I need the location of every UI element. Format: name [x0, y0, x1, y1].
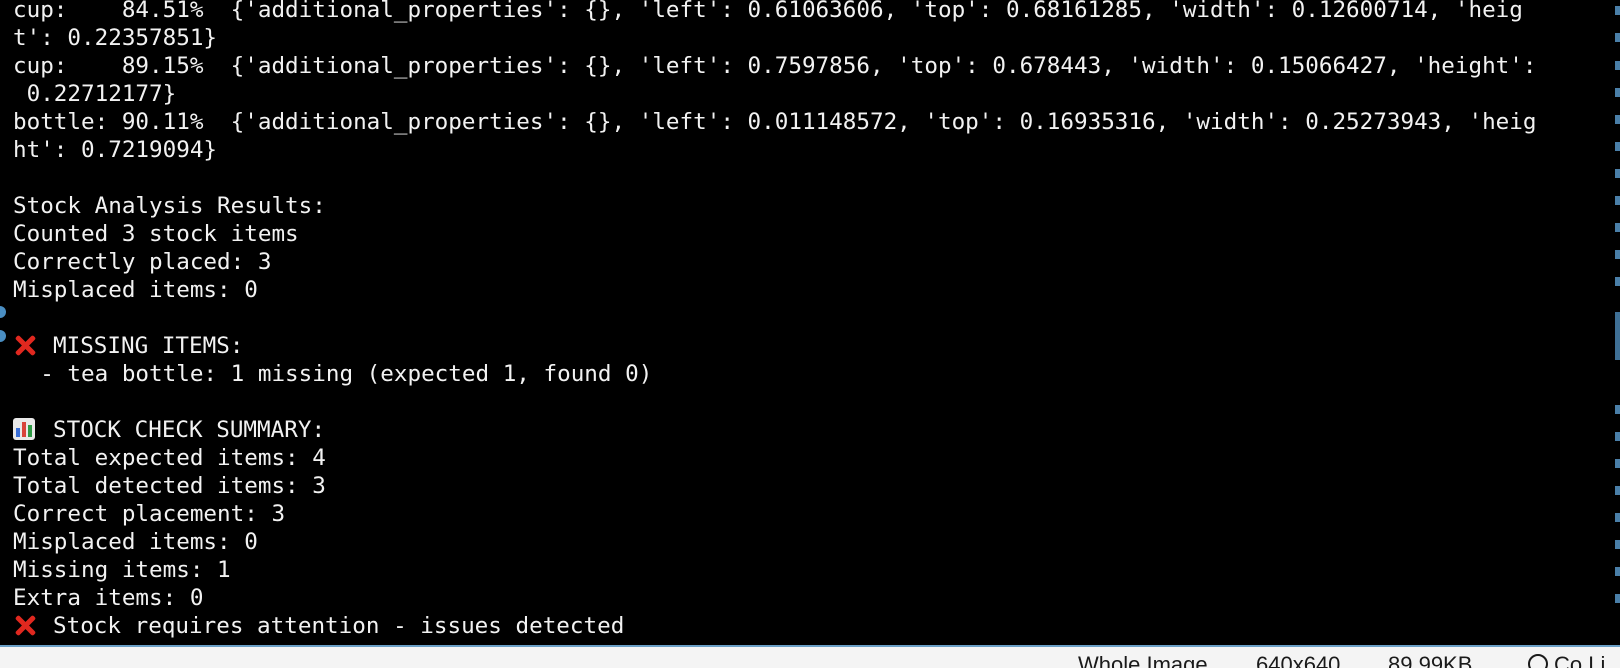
summary-header-line: STOCK CHECK SUMMARY:: [13, 416, 1598, 444]
gutter-marker: [1615, 540, 1620, 549]
final-status-text: Stock requires attention - issues detect…: [53, 613, 625, 639]
gutter-marker: [1615, 459, 1620, 468]
terminal-text: cup: 84.51% {'additional_properties': {}…: [13, 0, 1598, 640]
terminal-line: 0.22712177}: [13, 81, 177, 107]
terminal-line: Misplaced items: 0: [13, 529, 258, 555]
gutter-marker: [1615, 169, 1620, 178]
gutter-marker: [1615, 567, 1620, 576]
terminal-line: cup: 89.15% {'additional_properties': {}…: [13, 53, 1537, 79]
gutter-marker: [1615, 142, 1620, 151]
terminal-line: ht': 0.7219094}: [13, 137, 218, 163]
final-status-line: Stock requires attention - issues detect…: [13, 612, 1598, 640]
status-license-label: Co Li: [1554, 652, 1606, 668]
status-image-dimensions: 640x640: [1256, 652, 1341, 668]
gutter-marker: [1615, 33, 1620, 42]
gutter-marker: [1615, 6, 1620, 15]
scroll-thumb[interactable]: [1615, 312, 1620, 360]
side-gutter: [1600, 0, 1620, 645]
terminal-line: Extra items: 0: [13, 585, 204, 611]
terminal-line: Missing items: 1: [13, 557, 231, 583]
status-license[interactable]: Co Li: [1528, 653, 1605, 668]
gutter-marker: [1615, 432, 1620, 441]
cross-mark-icon: [13, 614, 39, 636]
bar-chart-icon: [13, 418, 35, 440]
gutter-marker: [1615, 196, 1620, 205]
terminal-line: Counted 3 stock items: [13, 221, 299, 247]
terminal-line: Misplaced items: 0: [13, 277, 258, 303]
gutter-marker: [1615, 594, 1620, 603]
terminal-line: Stock Analysis Results:: [13, 193, 326, 219]
status-file-size: 89.99KB: [1388, 652, 1473, 668]
terminal-line: Total expected items: 4: [13, 445, 326, 471]
missing-items-header-line: MISSING ITEMS:: [13, 332, 1598, 360]
terminal-line: Correct placement: 3: [13, 501, 286, 527]
gutter-marker: [1615, 277, 1620, 286]
gutter-marker: [1615, 115, 1620, 124]
terminal-line: t': 0.22357851}: [13, 25, 218, 51]
summary-header: STOCK CHECK SUMMARY:: [53, 417, 326, 443]
terminal-output[interactable]: cup: 84.51% {'additional_properties': {}…: [0, 0, 1600, 645]
terminal-line: cup: 84.51% {'additional_properties': {}…: [13, 0, 1523, 23]
gutter-marker: [1615, 88, 1620, 97]
cross-mark-icon: [13, 334, 39, 356]
terminal-line: bottle: 90.11% {'additional_properties':…: [13, 109, 1537, 135]
gutter-marker: [1615, 405, 1620, 414]
status-bar: Whole Image 640x640 89.99KB Co Li: [0, 645, 1620, 668]
terminal-line: Correctly placed: 3: [13, 249, 272, 275]
terminal-line: - tea bottle: 1 missing (expected 1, fou…: [13, 361, 653, 387]
gutter-marker: [1615, 250, 1620, 259]
gutter-marker: [1615, 486, 1620, 495]
status-view-mode[interactable]: Whole Image: [1078, 653, 1208, 668]
terminal-line: Total detected items: 3: [13, 473, 326, 499]
gutter-marker: [1615, 61, 1620, 70]
creative-commons-icon: [1528, 654, 1548, 668]
missing-items-header: MISSING ITEMS:: [53, 333, 244, 359]
gutter-marker: [1615, 223, 1620, 232]
gutter-marker: [1615, 513, 1620, 522]
